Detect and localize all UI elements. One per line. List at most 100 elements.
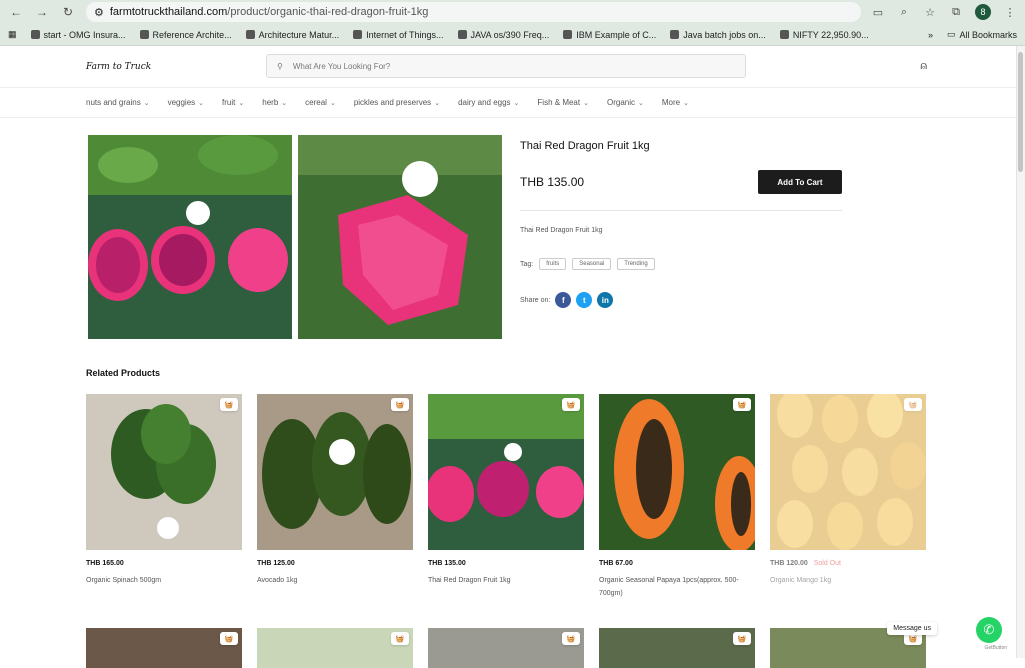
product-card-name[interactable]: Organic Mango 1kg xyxy=(770,575,926,588)
category-item[interactable]: fruit ⌄ xyxy=(222,98,244,107)
url-path: /product/organic-thai-red-dragon-fruit-1… xyxy=(227,6,429,18)
whatsapp-icon[interactable]: ✆ xyxy=(976,617,1002,643)
menu-icon[interactable]: ⋮ xyxy=(1003,6,1017,19)
basket-icon[interactable]: 🧺 xyxy=(220,632,238,645)
product-card[interactable]: 🧺 THB 120.00 Sold Out Organic Mango 1kg xyxy=(770,394,926,601)
basket-icon[interactable]: 🧺 xyxy=(733,632,751,645)
product-thumbnail[interactable]: 🧺 xyxy=(257,628,413,668)
tag-chip[interactable]: Trending xyxy=(617,258,655,270)
site-info-icon[interactable]: ⚙ xyxy=(94,6,104,19)
product-card[interactable]: 🧺 xyxy=(599,628,755,668)
basket-icon[interactable]: 🧺 xyxy=(391,632,409,645)
search-icon: ⚲ xyxy=(277,61,283,71)
product-thumbnail[interactable]: 🧺 xyxy=(599,394,755,550)
url-domain: farmtotruckthailand.com xyxy=(109,6,228,18)
category-item[interactable]: nuts and grains ⌄ xyxy=(86,98,150,107)
bookmark-item[interactable]: IBM Example of C... xyxy=(563,30,656,40)
bookmark-item[interactable]: NIFTY 22,950.90... xyxy=(779,30,869,40)
product-card[interactable]: 🧺 xyxy=(257,628,413,668)
bookmark-favicon xyxy=(353,30,363,39)
product-card[interactable]: 🧺 THB 165.00 Organic Spinach 500gm xyxy=(86,394,242,601)
bookmark-favicon xyxy=(30,30,40,39)
forward-icon[interactable]: → xyxy=(34,4,50,20)
profile-avatar[interactable]: 8 xyxy=(975,4,991,20)
category-item[interactable]: veggies ⌄ xyxy=(168,98,204,107)
site-logo[interactable]: Farm to Truck xyxy=(86,62,266,72)
bookmark-item[interactable]: Architecture Matur... xyxy=(245,30,339,40)
whatsapp-label[interactable]: Message us xyxy=(887,622,937,635)
folder-icon: ▭ xyxy=(946,29,956,39)
share-row: Share on: f t in xyxy=(520,292,842,308)
product-card-name[interactable]: Avocado 1kg xyxy=(257,575,413,588)
more-bookmarks-icon[interactable]: » xyxy=(928,30,933,40)
cast-icon[interactable]: ▭ xyxy=(871,6,885,19)
apps-grid-icon[interactable]: ▦ xyxy=(8,29,17,40)
product-thumbnail[interactable]: 🧺 xyxy=(428,628,584,668)
product-card-price: THB 135.00 xyxy=(428,560,466,567)
bookmark-item[interactable]: JAVA os/390 Freq... xyxy=(457,30,549,40)
basket-icon[interactable]: 🧺 xyxy=(733,398,751,411)
product-info: Thai Red Dragon Fruit 1kg THB 135.00 Add… xyxy=(520,135,842,308)
getbutton-credit[interactable]: GetButton xyxy=(984,645,1007,651)
product-card-price: THB 120.00 Sold Out xyxy=(770,560,841,567)
category-item[interactable]: More ⌄ xyxy=(662,98,689,107)
bookmark-item[interactable]: Internet of Things... xyxy=(353,30,444,40)
scrollbar-thumb[interactable] xyxy=(1018,52,1023,172)
account-icon[interactable]: ⍝ xyxy=(920,60,927,73)
basket-icon[interactable]: 🧺 xyxy=(904,398,922,411)
product-description: Thai Red Dragon Fruit 1kg xyxy=(520,227,603,234)
bookmark-item[interactable]: Reference Archite... xyxy=(139,30,232,40)
product-price: THB 135.00 xyxy=(520,175,585,189)
product-thumbnail[interactable]: 🧺 xyxy=(86,628,242,668)
tag-chip[interactable]: Seasonal xyxy=(572,258,612,270)
linkedin-icon[interactable]: in xyxy=(597,292,614,308)
price-row: THB 135.00 Add To Cart xyxy=(520,170,842,211)
bookmark-favicon xyxy=(563,30,573,39)
chevron-down-icon: ⌄ xyxy=(583,99,589,107)
chevron-down-icon: ⌄ xyxy=(683,99,689,107)
product-card-name[interactable]: Thai Red Dragon Fruit 1kg xyxy=(428,575,584,588)
site-header: Farm to Truck ⚲ What Are You Looking For… xyxy=(0,46,1025,88)
product-thumbnail[interactable]: 🧺 xyxy=(257,394,413,550)
twitter-icon[interactable]: t xyxy=(576,292,593,308)
search-placeholder: What Are You Looking For? xyxy=(292,61,391,71)
product-image-cut[interactable] xyxy=(88,135,292,339)
add-to-cart-button[interactable]: Add To Cart xyxy=(758,170,842,194)
basket-icon[interactable]: 🧺 xyxy=(391,398,409,411)
product-card[interactable]: 🧺 THB 135.00 Thai Red Dragon Fruit 1kg xyxy=(428,394,584,601)
basket-icon[interactable]: 🧺 xyxy=(562,398,580,411)
basket-icon[interactable]: 🧺 xyxy=(562,632,580,645)
product-image-whole[interactable] xyxy=(298,135,502,339)
bookmark-star-icon[interactable]: ☆ xyxy=(923,6,937,19)
all-bookmarks[interactable]: ▭ All Bookmarks xyxy=(947,29,1017,40)
product-card[interactable]: 🧺 THB 125.00 Avocado 1kg xyxy=(257,394,413,601)
category-item[interactable]: Organic ⌄ xyxy=(607,98,644,107)
category-item[interactable]: Fish & Meat ⌄ xyxy=(537,98,589,107)
bookmark-item[interactable]: Java batch jobs on... xyxy=(670,30,766,40)
product-card-name[interactable]: Organic Spinach 500gm xyxy=(86,575,242,588)
address-bar[interactable]: ⚙ farmtotruckthailand.com/product/organi… xyxy=(86,2,861,22)
category-item[interactable]: dairy and eggs ⌄ xyxy=(458,98,519,107)
product-card[interactable]: 🧺 xyxy=(428,628,584,668)
product-thumbnail[interactable]: 🧺 xyxy=(770,394,926,550)
tag-chip[interactable]: fruits xyxy=(539,258,567,270)
zoom-icon[interactable]: ⌕ xyxy=(897,6,911,19)
category-item[interactable]: pickles and preserves ⌄ xyxy=(354,98,440,107)
category-item[interactable]: cereal ⌄ xyxy=(305,98,336,107)
category-item[interactable]: herb ⌄ xyxy=(262,98,287,107)
product-thumbnail[interactable]: 🧺 xyxy=(599,628,755,668)
product-card[interactable]: 🧺 xyxy=(86,628,242,668)
product-card-price: THB 67.00 xyxy=(599,560,633,567)
back-icon[interactable]: ← xyxy=(8,4,24,20)
reload-icon[interactable]: ↻ xyxy=(60,4,76,20)
extensions-icon[interactable]: ⧉ xyxy=(949,6,963,19)
bookmark-favicon xyxy=(670,30,680,39)
bookmark-item[interactable]: start - OMG Insura... xyxy=(30,30,126,40)
basket-icon[interactable]: 🧺 xyxy=(220,398,238,411)
product-thumbnail[interactable]: 🧺 xyxy=(86,394,242,550)
product-card-name[interactable]: Organic Seasonal Papaya 1pcs(approx. 500… xyxy=(599,575,755,601)
product-card[interactable]: 🧺 THB 67.00 Organic Seasonal Papaya 1pcs… xyxy=(599,394,755,601)
facebook-icon[interactable]: f xyxy=(555,292,572,308)
search-input[interactable]: ⚲ What Are You Looking For? xyxy=(266,54,746,78)
product-thumbnail[interactable]: 🧺 xyxy=(428,394,584,550)
